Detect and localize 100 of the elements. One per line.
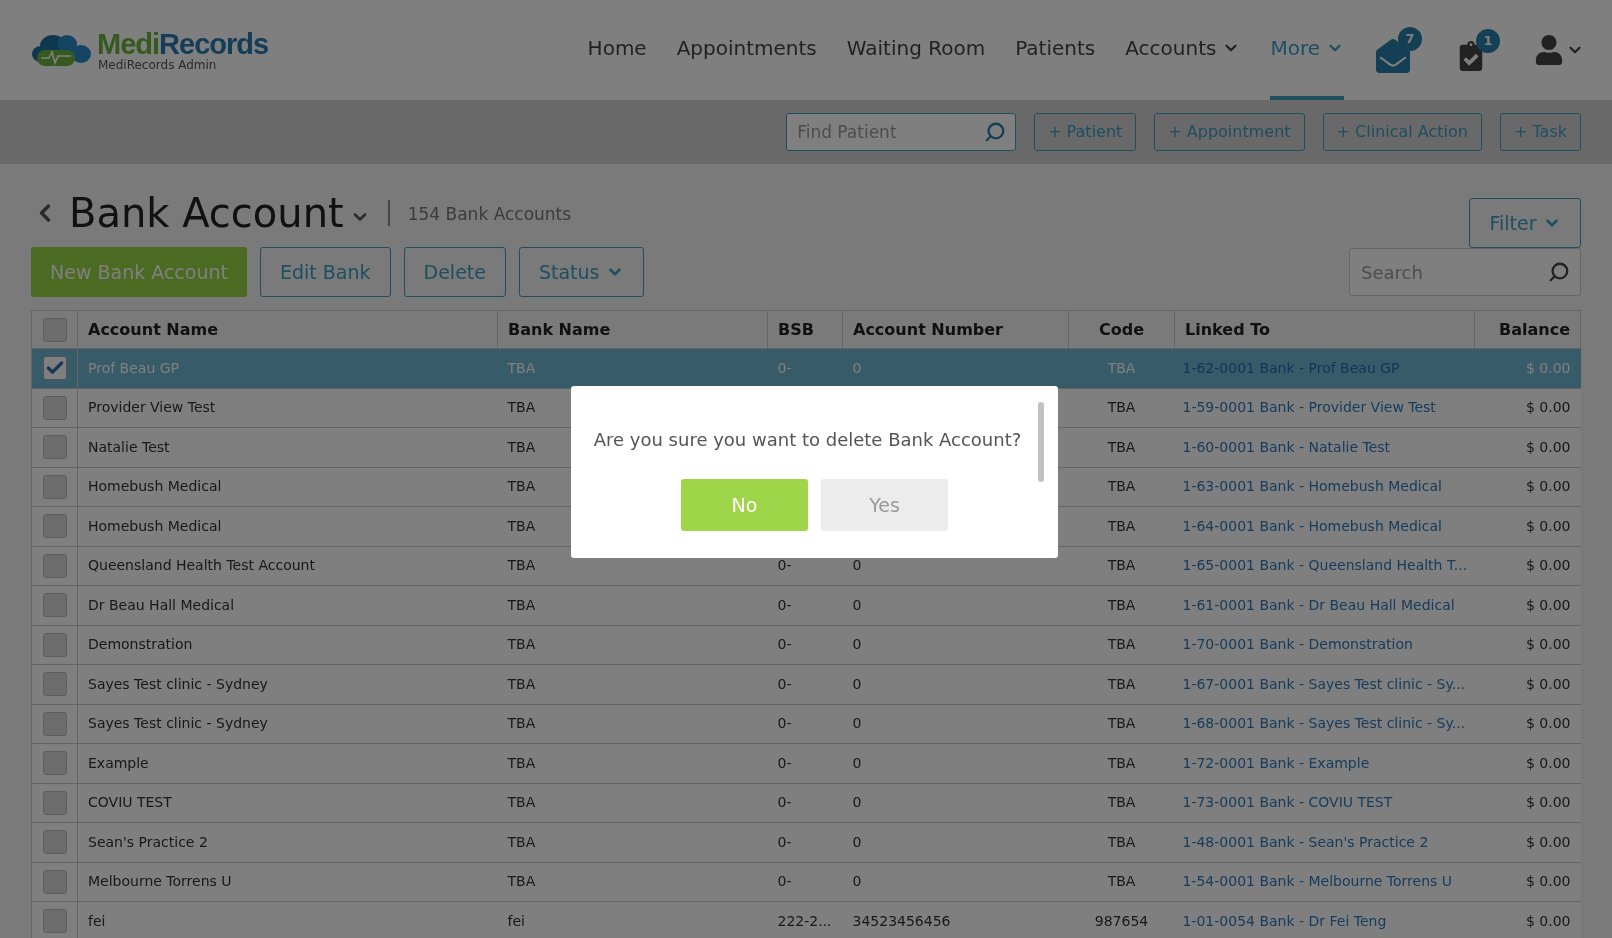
checkbox[interactable] <box>42 553 67 578</box>
table-cell: 0 <box>842 625 1069 665</box>
status-dropdown[interactable]: Status <box>518 247 644 297</box>
quick-add-button[interactable]: + Appointment <box>1154 113 1305 151</box>
user-menu-button[interactable] <box>1534 35 1584 65</box>
table-cell: $ 0.00 <box>1474 743 1581 783</box>
column-header[interactable]: Bank Name <box>497 310 768 349</box>
table-cell: Natalie Test <box>77 427 498 467</box>
table-cell: Homebush Medical <box>77 506 498 546</box>
table-cell: Dr Beau Hall Medical <box>77 585 498 625</box>
filter-button[interactable]: Filter <box>1469 198 1581 248</box>
quick-add-button[interactable]: + Task <box>1499 113 1581 151</box>
no-button[interactable]: No <box>681 479 808 531</box>
quick-add-button[interactable]: + Patient <box>1034 113 1137 151</box>
table-cell: fei <box>77 901 498 938</box>
checkbox[interactable] <box>42 593 67 618</box>
table-cell: $ 0.00 <box>1474 664 1581 704</box>
linked-account-link[interactable]: 1-72-0001 Bank - Example <box>1174 743 1475 783</box>
checkbox[interactable] <box>42 356 67 381</box>
column-header[interactable]: BSB <box>767 310 843 349</box>
table-cell: TBA <box>497 704 768 744</box>
table-row[interactable]: Demonstration TBA 0- 0 TBA 1-70-0001 Bank - Demonstration $ 0.00 <box>31 625 1581 665</box>
linked-account-link[interactable]: 1-54-0001 Bank - Melbourne Torrens U <box>1174 862 1475 902</box>
nav-link[interactable]: Appointments <box>676 0 817 100</box>
linked-account-link[interactable]: 1-59-0001 Bank - Provider View Test <box>1174 388 1475 428</box>
checkbox[interactable] <box>42 869 67 894</box>
logo-wordmark: MediRecords <box>97 29 269 59</box>
nav-link[interactable]: Waiting Room <box>846 0 986 100</box>
linked-account-link[interactable]: 1-48-0001 Bank - Sean's Practice 2 <box>1174 822 1475 862</box>
new-account-button[interactable]: New Bank Account <box>31 247 247 297</box>
checkbox[interactable] <box>42 909 67 934</box>
linked-account-link[interactable]: 1-67-0001 Bank - Sayes Test clinic - Sy... <box>1174 664 1475 704</box>
column-header[interactable]: Linked To <box>1174 310 1475 349</box>
table-row[interactable]: COVIU TEST TBA 0- 0 TBA 1-73-0001 Bank - COVIU TEST $ 0.00 <box>31 783 1581 823</box>
table-cell: TBA <box>497 585 768 625</box>
linked-account-link[interactable]: 1-63-0001 Bank - Homebush Medical <box>1174 467 1475 507</box>
linked-account-link[interactable]: 1-01-0054 Bank - Dr Fei Teng <box>1174 901 1475 938</box>
checkbox[interactable] <box>42 751 67 776</box>
nav-link[interactable]: Accounts <box>1125 0 1241 100</box>
table-cell: TBA <box>1068 585 1175 625</box>
linked-account-link[interactable]: 1-64-0001 Bank - Homebush Medical <box>1174 506 1475 546</box>
table-row[interactable]: fei fei 222-2... 34523456456 987654 1-01-0054 Bank - Dr Fei Teng $ 0.00 <box>31 901 1581 938</box>
table-cell: Sayes Test clinic - Sydney <box>77 704 498 744</box>
linked-account-link[interactable]: 1-70-0001 Bank - Demonstration <box>1174 625 1475 665</box>
column-header[interactable]: Account Name <box>77 310 498 349</box>
table-cell: Example <box>77 743 498 783</box>
table-cell: TBA <box>1068 664 1175 704</box>
table-row[interactable]: Example TBA 0- 0 TBA 1-72-0001 Bank - Example $ 0.00 <box>31 743 1581 783</box>
checkbox[interactable] <box>42 395 67 420</box>
record-count: 154 Bank Accounts <box>407 203 572 227</box>
table-cell: 0 <box>842 704 1069 744</box>
search-icon[interactable] <box>1548 261 1570 283</box>
table-row[interactable]: Sean's Practice 2 TBA 0- 0 TBA 1-48-0001 Bank - Sean's Practice 2 $ 0.00 <box>31 822 1581 862</box>
table-cell: TBA <box>1068 427 1175 467</box>
table-row[interactable]: Sayes Test clinic - Sydney TBA 0- 0 TBA 1-67-0001 Bank - Sayes Test clinic - Sy... $ 0.00 <box>31 664 1581 704</box>
yes-button[interactable]: Yes <box>821 479 948 531</box>
table-row[interactable]: Sayes Test clinic - Sydney TBA 0- 0 TBA 1-68-0001 Bank - Sayes Test clinic - Sy... $ 0.00 <box>31 704 1581 744</box>
table-cell: TBA <box>497 822 768 862</box>
table-cell: 0- <box>767 783 843 823</box>
checkbox[interactable] <box>42 474 67 499</box>
table-cell: $ 0.00 <box>1474 862 1581 902</box>
table-cell: 0- <box>767 585 843 625</box>
table-cell: 34523456456 <box>842 901 1069 938</box>
search-icon[interactable] <box>984 121 1007 143</box>
messages-button[interactable]: 7 <box>1376 27 1422 73</box>
toolbar-button[interactable]: Edit Bank <box>259 247 391 297</box>
table-cell: Demonstration <box>77 625 498 665</box>
table-row[interactable]: Dr Beau Hall Medical TBA 0- 0 TBA 1-61-0001 Bank - Dr Beau Hall Medical $ 0.00 <box>31 585 1581 625</box>
checkbox[interactable] <box>42 830 67 855</box>
checkbox[interactable] <box>42 711 67 736</box>
logo-subtitle: MediRecords Admin <box>97 58 218 71</box>
nav-link[interactable]: Patients <box>1015 0 1096 100</box>
tasks-button[interactable]: 1 <box>1456 29 1500 71</box>
table-cell: $ 0.00 <box>1474 625 1581 665</box>
nav-link[interactable]: Home <box>587 0 647 100</box>
checkbox[interactable] <box>42 317 67 342</box>
table-cell: 0 <box>842 783 1069 823</box>
table-cell: COVIU TEST <box>77 783 498 823</box>
table-cell: 0- <box>767 625 843 665</box>
checkbox[interactable] <box>42 514 67 539</box>
toolbar-button[interactable]: Delete <box>403 247 506 297</box>
table-cell: 222-2... <box>767 901 843 938</box>
checkbox[interactable] <box>42 672 67 697</box>
linked-account-link[interactable]: 1-61-0001 Bank - Dr Beau Hall Medical <box>1174 585 1475 625</box>
column-header[interactable]: Balance <box>1474 310 1581 349</box>
quick-add-button[interactable]: + Clinical Action <box>1322 113 1482 151</box>
table-cell: $ 0.00 <box>1474 783 1581 823</box>
checkbox[interactable] <box>42 435 67 460</box>
linked-account-link[interactable]: 1-65-0001 Bank - Queensland Health T... <box>1174 546 1475 586</box>
table-row[interactable]: Melbourne Torrens U TBA 0- 0 TBA 1-54-0001 Bank - Melbourne Torrens U $ 0.00 <box>31 862 1581 902</box>
linked-account-link[interactable]: 1-60-0001 Bank - Natalie Test <box>1174 427 1475 467</box>
table-cell: TBA <box>1068 546 1175 586</box>
table-cell: $ 0.00 <box>1474 348 1581 388</box>
checkbox[interactable] <box>42 632 67 657</box>
linked-account-link[interactable]: 1-73-0001 Bank - COVIU TEST <box>1174 783 1475 823</box>
table-cell: TBA <box>497 783 768 823</box>
column-header[interactable]: Code <box>1068 310 1175 349</box>
column-header[interactable]: Account Number <box>842 310 1069 349</box>
checkbox[interactable] <box>42 790 67 815</box>
linked-account-link[interactable]: 1-68-0001 Bank - Sayes Test clinic - Sy... <box>1174 704 1475 744</box>
